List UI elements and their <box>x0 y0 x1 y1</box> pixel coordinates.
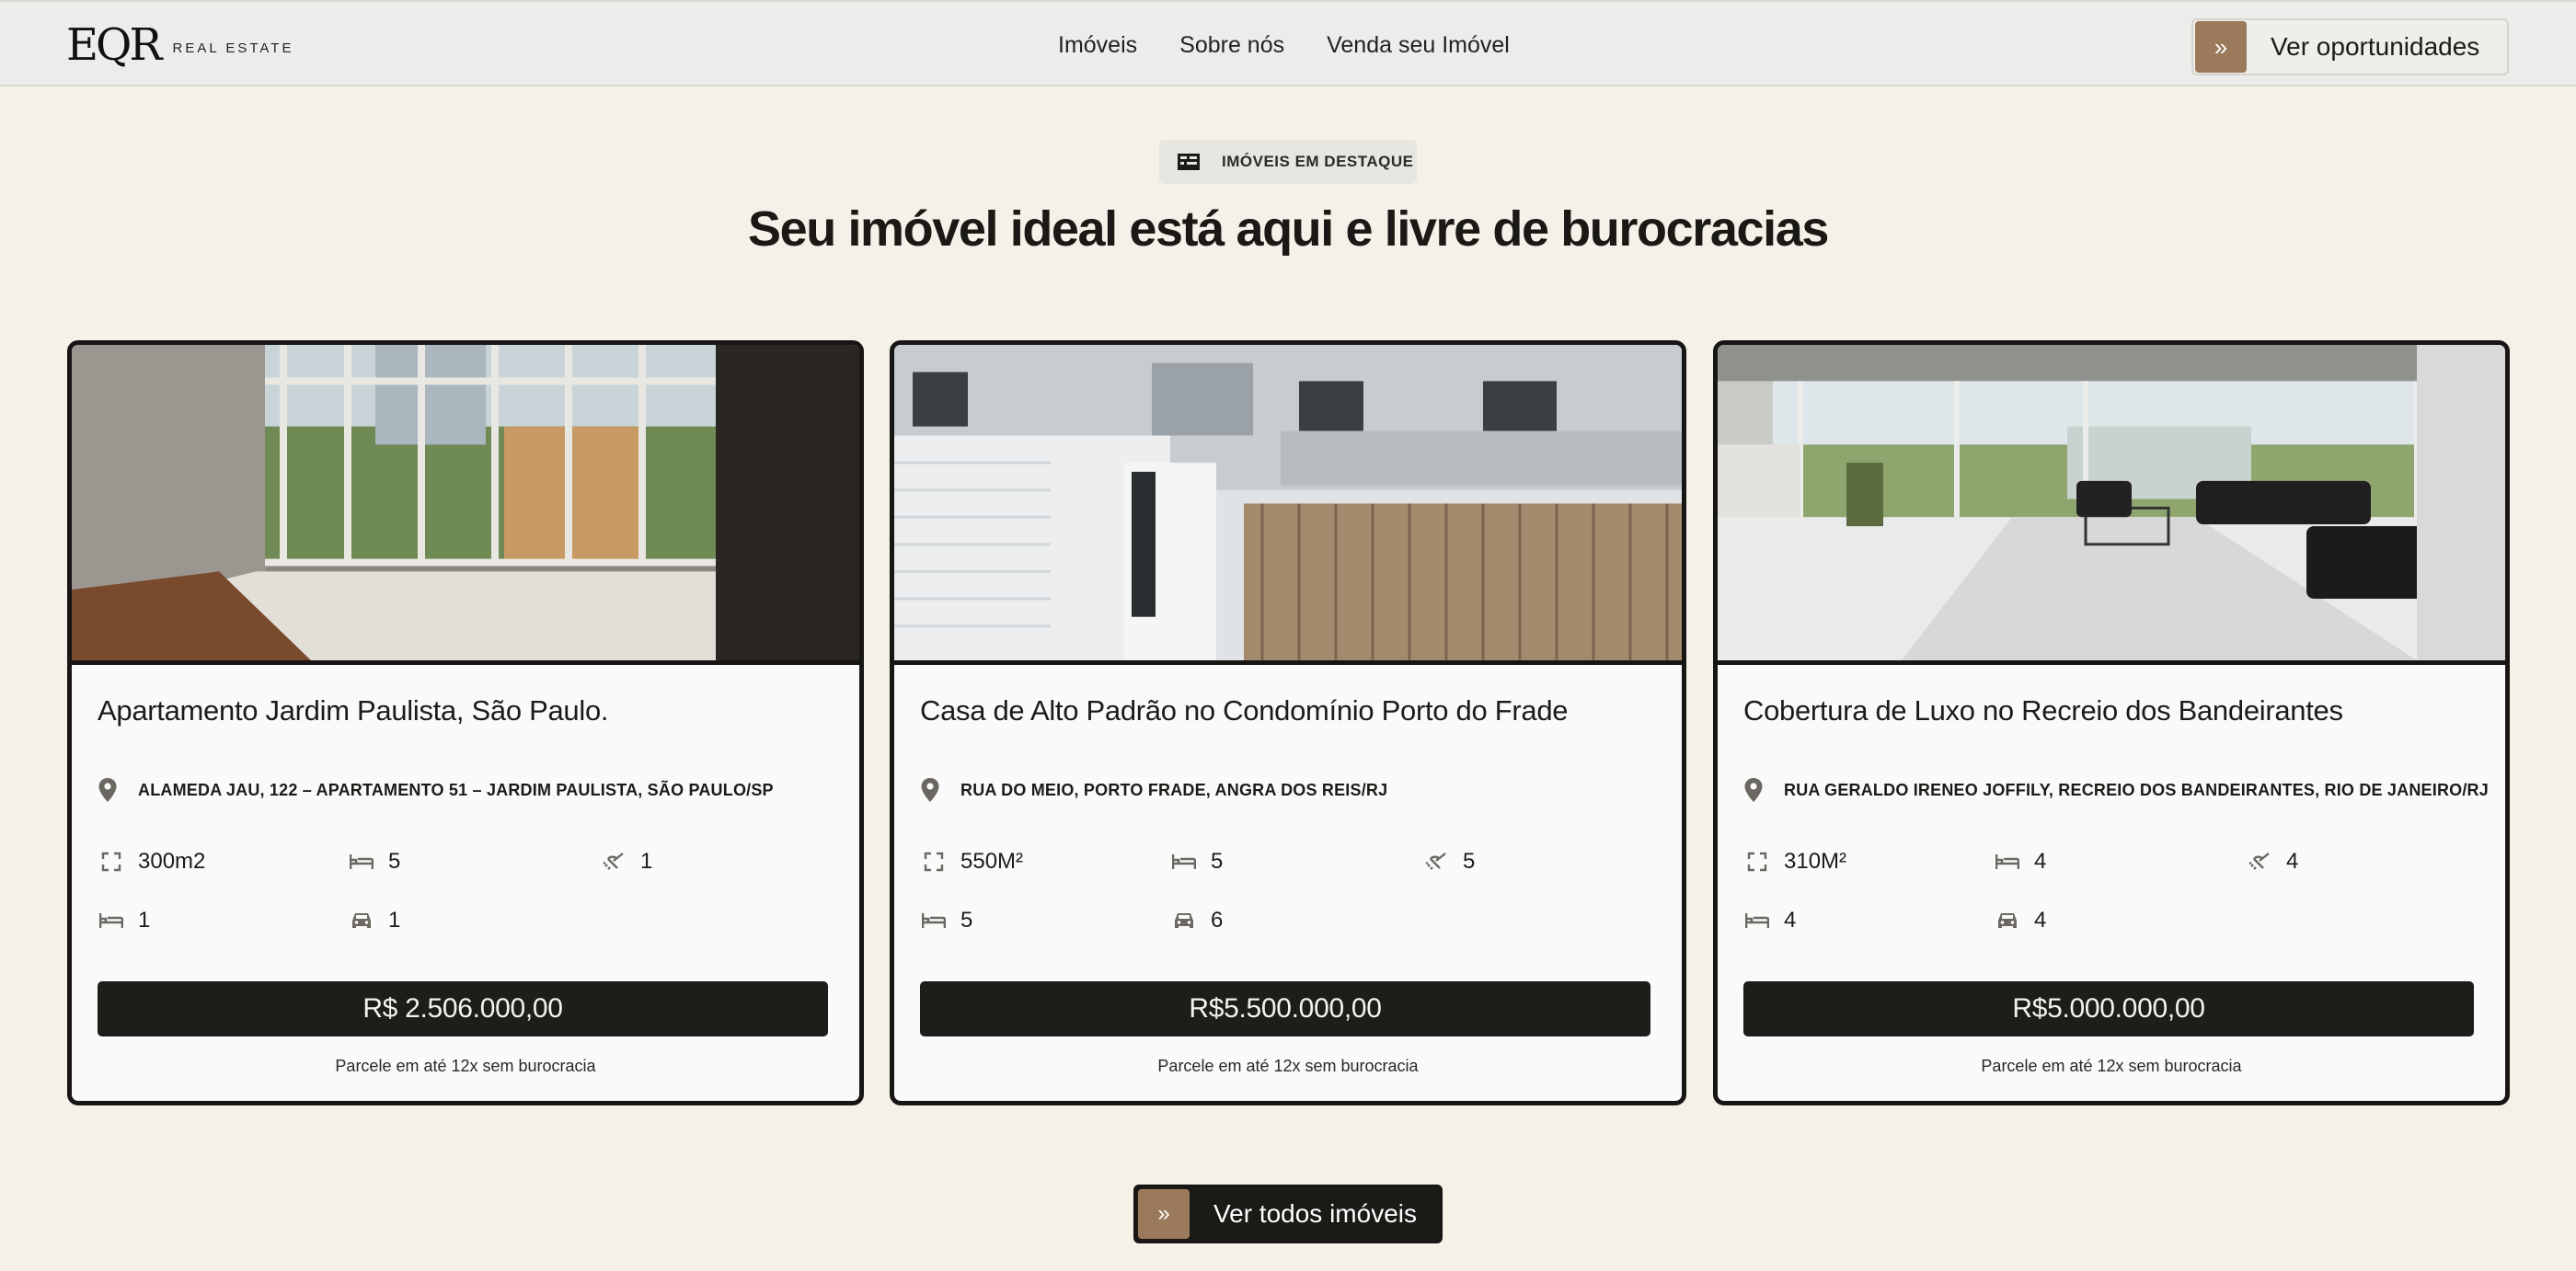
bathrooms-value: 5 <box>1463 849 1476 874</box>
ver-oportunidades-label: Ver oportunidades <box>2271 32 2480 61</box>
car-icon <box>1998 913 2017 928</box>
suites-value: 1 <box>138 908 151 933</box>
feature-parking: 1 <box>350 908 400 933</box>
shower-icon <box>1425 853 1446 870</box>
main-nav: Imóveis Sobre nós Venda seu Imóvel <box>1058 2 1510 88</box>
location-pin-icon <box>98 778 117 802</box>
ver-todos-imoveis-label: Ver todos imóveis <box>1213 1199 1417 1228</box>
feature-area: 310M² <box>1745 849 1846 875</box>
feature-bedrooms: 4 <box>1995 849 2046 875</box>
car-icon <box>1175 913 1193 928</box>
logo-subtitle: REAL ESTATE <box>172 40 294 56</box>
property-address-text: RUA GERALDO IRENEO JOFFILY, RECREIO DOS … <box>1784 780 2489 799</box>
installments-note: Parcele em até 12x sem burocracia <box>1981 1057 2242 1075</box>
property-card[interactable]: Apartamento Jardim Paulista, São Paulo. … <box>67 340 864 1105</box>
price-button[interactable]: R$5.500.000,00 <box>920 981 1650 1036</box>
double-chevron-right-icon: » <box>1138 1189 1190 1239</box>
expand-icon <box>101 852 121 872</box>
section-badge: IMÓVEIS EM DESTAQUE <box>1159 140 1417 184</box>
feature-parking: 6 <box>1172 908 1223 933</box>
suites-value: 4 <box>1784 908 1797 933</box>
property-photo[interactable] <box>72 345 859 665</box>
property-photo[interactable] <box>1718 345 2505 665</box>
building-icon <box>1178 154 1200 170</box>
bedrooms-value: 5 <box>388 849 401 874</box>
property-card[interactable]: Casa de Alto Padrão no Condomínio Porto … <box>890 340 1686 1105</box>
bed-icon <box>1995 854 2019 869</box>
top-navbar: EQR REAL ESTATE Imóveis Sobre nós Venda … <box>0 0 2576 86</box>
property-address-text: RUA DO MEIO, PORTO FRADE, ANGRA DOS REIS… <box>960 780 1388 799</box>
property-address: RUA GERALDO IRENEO JOFFILY, RECREIO DOS … <box>1743 777 2489 803</box>
price-button[interactable]: R$5.000.000,00 <box>1743 981 2474 1036</box>
suites-value: 5 <box>960 908 973 933</box>
expand-icon <box>924 852 944 872</box>
property-card[interactable]: Cobertura de Luxo no Recreio dos Bandeir… <box>1713 340 2510 1105</box>
car-icon <box>352 913 371 928</box>
ver-todos-imoveis-button[interactable]: » Ver todos imóveis <box>1133 1185 1443 1243</box>
location-pin-icon <box>1744 778 1763 802</box>
feature-suites: 5 <box>922 908 972 933</box>
nav-link-sobre-nos[interactable]: Sobre nós <box>1179 32 1284 59</box>
feature-area: 550M² <box>922 849 1023 875</box>
section-badge-label: IMÓVEIS EM DESTAQUE <box>1222 153 1414 170</box>
bathrooms-value: 4 <box>2286 849 2299 874</box>
parking-value: 6 <box>1211 908 1224 933</box>
bed-icon <box>1172 854 1196 869</box>
area-value: 550M² <box>960 849 1024 874</box>
property-title[interactable]: Casa de Alto Padrão no Condomínio Porto … <box>920 694 1569 727</box>
parking-value: 4 <box>2034 908 2047 933</box>
bed-icon <box>99 913 123 928</box>
feature-bedrooms: 5 <box>350 849 400 875</box>
brand-logo[interactable]: EQR REAL ESTATE <box>66 22 293 68</box>
bathrooms-value: 1 <box>640 849 653 874</box>
property-address-text: ALAMEDA JAU, 122 – APARTAMENTO 51 – JARD… <box>138 780 774 799</box>
nav-link-imoveis[interactable]: Imóveis <box>1058 32 1137 59</box>
parking-value: 1 <box>388 908 401 933</box>
feature-suites: 1 <box>99 908 150 933</box>
property-title[interactable]: Cobertura de Luxo no Recreio dos Bandeir… <box>1743 694 2343 727</box>
bedrooms-value: 4 <box>2034 849 2047 874</box>
bed-icon <box>922 913 946 928</box>
feature-bedrooms: 5 <box>1172 849 1223 875</box>
feature-area: 300m2 <box>99 849 205 875</box>
double-chevron-right-icon: » <box>2195 21 2247 73</box>
location-pin-icon <box>921 778 939 802</box>
nav-link-venda-seu-imovel[interactable]: Venda seu Imóvel <box>1327 32 1510 59</box>
bedrooms-value: 5 <box>1211 849 1224 874</box>
property-address: ALAMEDA JAU, 122 – APARTAMENTO 51 – JARD… <box>98 777 774 803</box>
shower-icon <box>2248 853 2270 870</box>
feature-bathrooms: 5 <box>1424 849 1475 875</box>
ver-oportunidades-button[interactable]: » Ver oportunidades <box>2191 18 2509 75</box>
area-value: 300m2 <box>138 849 206 874</box>
installments-note: Parcele em até 12x sem burocracia <box>335 1057 596 1075</box>
area-value: 310M² <box>1784 849 1847 874</box>
property-address: RUA DO MEIO, PORTO FRADE, ANGRA DOS REIS… <box>920 777 1387 803</box>
price-button[interactable]: R$ 2.506.000,00 <box>98 981 828 1036</box>
expand-icon <box>1747 852 1767 872</box>
installments-note: Parcele em até 12x sem burocracia <box>1157 1057 1419 1075</box>
feature-suites: 4 <box>1745 908 1796 933</box>
feature-parking: 4 <box>1995 908 2046 933</box>
shower-icon <box>603 853 624 870</box>
section-title: Seu imóvel ideal está aqui e livre de bu… <box>748 201 1829 257</box>
property-title[interactable]: Apartamento Jardim Paulista, São Paulo. <box>98 694 609 727</box>
logo-mark: EQR <box>66 19 163 71</box>
bed-icon <box>1745 913 1769 928</box>
feature-bathrooms: 4 <box>2248 849 2298 875</box>
bed-icon <box>350 854 374 869</box>
property-photo[interactable] <box>894 345 1682 665</box>
feature-bathrooms: 1 <box>602 849 652 875</box>
